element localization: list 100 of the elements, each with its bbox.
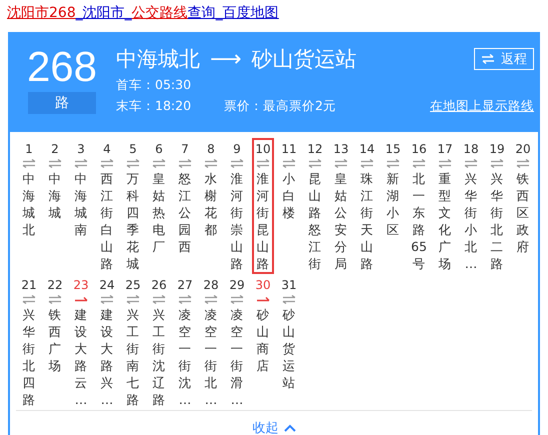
station-item[interactable]: 22 铁西广场 (44, 274, 66, 410)
station-name: 珠江街天山路 (360, 170, 374, 272)
station-number: 3 (77, 141, 85, 157)
two-way-arrow-icon (360, 159, 374, 168)
station-name: 兴华街北四路 (22, 306, 36, 408)
station-name: 新湖小区 (386, 170, 400, 238)
station-number: 6 (155, 141, 163, 157)
two-way-arrow-icon (308, 159, 322, 168)
station-number: 18 (463, 141, 479, 157)
station-number: 22 (47, 277, 63, 293)
station-number: 27 (177, 277, 193, 293)
station-item[interactable]: 19 兴华街北二路 (486, 138, 508, 274)
station-number: 10 (255, 141, 271, 157)
station-name: 重型文化广场 (438, 170, 452, 272)
station-item[interactable]: 15 新湖小区 (382, 138, 404, 274)
swap-icon (481, 54, 495, 64)
station-item[interactable]: 21 兴华街北四路 (18, 274, 40, 410)
two-way-arrow-icon (152, 295, 166, 304)
station-number: 11 (281, 141, 297, 157)
station-item[interactable]: 17 重型文化广场 (434, 138, 456, 274)
station-number: 13 (333, 141, 349, 157)
two-way-arrow-icon (22, 159, 36, 168)
station-item[interactable]: 28 凌空一街北… (200, 274, 222, 410)
page-title-link[interactable]: 沈阳市268_沈阳市_公交路线查询_百度地图 (7, 5, 279, 22)
chevron-up-icon (284, 424, 296, 432)
two-way-arrow-icon (386, 159, 400, 168)
two-way-arrow-icon (178, 159, 192, 168)
station-name: 凌空一街滑… (230, 306, 244, 408)
station-number: 25 (125, 277, 141, 293)
station-item[interactable]: 9 淮河街崇山路 (226, 138, 248, 274)
station-name: 水榭花都 (204, 170, 218, 238)
station-item[interactable]: 11 小白楼 (278, 138, 300, 274)
route-origin: 中海城北 (116, 46, 200, 73)
station-name: 兴工街南七路 (126, 306, 140, 408)
two-way-arrow-icon (100, 159, 114, 168)
station-item[interactable]: 25 兴工街南七路 (122, 274, 144, 410)
station-item[interactable]: 24 建设大路兴… (96, 274, 118, 410)
station-item[interactable]: 30 砂山商店 (252, 274, 274, 410)
station-item[interactable]: 2 中海城 (44, 138, 66, 274)
two-way-arrow-icon (230, 159, 244, 168)
station-name: 兴华街北二路 (490, 170, 504, 272)
station-name: 砂山货运站 (282, 306, 296, 391)
two-way-arrow-icon (152, 159, 166, 168)
station-item[interactable]: 1 中海城北 (18, 138, 40, 274)
station-name: 皇姑热电厂 (152, 170, 166, 255)
two-way-arrow-icon (230, 295, 244, 304)
station-item[interactable]: 20 铁西区政府 (512, 138, 534, 274)
station-name: 中海城 (48, 170, 62, 221)
station-number: 2 (51, 141, 59, 157)
two-way-arrow-icon (334, 159, 348, 168)
station-number: 29 (229, 277, 245, 293)
station-number: 17 (437, 141, 453, 157)
station-item[interactable]: 12 昆山路怒江街 (304, 138, 326, 274)
station-name: 北一东路65号 (411, 170, 427, 272)
route-destination: 砂山货运站 (252, 46, 357, 73)
station-item[interactable]: 29 凌空一街滑… (226, 274, 248, 410)
station-item[interactable]: 14 珠江街天山路 (356, 138, 378, 274)
station-item[interactable]: 18 兴华街小北… (460, 138, 482, 274)
station-name: 西江街白山路 (100, 170, 114, 272)
station-item[interactable]: 6 皇姑热电厂 (148, 138, 170, 274)
station-number: 31 (281, 277, 297, 293)
fare-text: 票价：最高票价2元 (224, 97, 336, 115)
station-number: 7 (181, 141, 189, 157)
station-item[interactable]: 4 西江街白山路 (96, 138, 118, 274)
two-way-arrow-icon (464, 159, 478, 168)
two-way-arrow-icon (48, 159, 62, 168)
two-way-arrow-icon (438, 159, 452, 168)
station-name: 中海城北 (22, 170, 36, 238)
station-item[interactable]: 8 水榭花都 (200, 138, 222, 274)
route-arrow: ⟶ (210, 46, 242, 72)
first-bus-time: 首车：05:30 (116, 76, 192, 94)
station-item[interactable]: 13 皇姑公安分局 (330, 138, 352, 274)
line-number: 268 (26, 44, 98, 90)
station-name: 凌空一街沈… (178, 306, 192, 408)
station-item[interactable]: 3 中海城南 (70, 138, 92, 274)
station-item[interactable]: 16 北一东路65号 (408, 138, 430, 274)
two-way-arrow-icon (204, 159, 218, 168)
station-item[interactable]: 5 万科四季花城 (122, 138, 144, 274)
two-way-arrow-icon (412, 159, 426, 168)
station-name: 怒江公园西 (178, 170, 192, 255)
station-name: 淮河街崇山路 (230, 170, 244, 272)
station-number: 20 (515, 141, 531, 157)
station-name: 兴工街沈辽路 (152, 306, 166, 408)
two-way-arrow-icon (516, 159, 530, 168)
collapse-link[interactable]: 收起 (252, 419, 296, 435)
two-way-arrow-icon (204, 295, 218, 304)
station-name: 砂山商店 (256, 306, 270, 374)
two-way-arrow-icon (126, 295, 140, 304)
station-item[interactable]: 23 建设大路云… (70, 274, 92, 410)
station-name: 万科四季花城 (126, 170, 140, 272)
station-number: 4 (103, 141, 111, 157)
station-item[interactable]: 10 淮河街昆山路 (252, 138, 274, 274)
two-way-arrow-icon (490, 159, 504, 168)
station-number: 5 (129, 141, 137, 157)
station-name: 铁西区政府 (516, 170, 530, 255)
station-item[interactable]: 7 怒江公园西 (174, 138, 196, 274)
station-item[interactable]: 27 凌空一街沈… (174, 274, 196, 410)
station-item[interactable]: 31 砂山货运站 (278, 274, 300, 410)
station-name: 铁西广场 (48, 306, 62, 374)
station-item[interactable]: 26 兴工街沈辽路 (148, 274, 170, 410)
